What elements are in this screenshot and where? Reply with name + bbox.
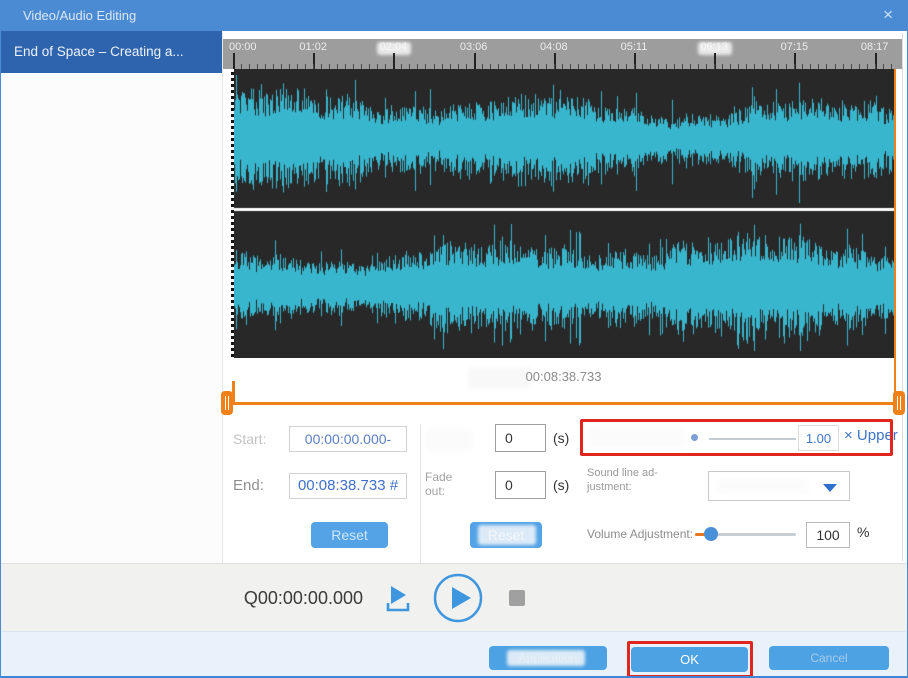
stop-icon[interactable] [509,590,525,606]
video-audio-editing-dialog: Video/Audio Editing × End of Space – Cre… [0,0,908,678]
play-button-icon[interactable] [433,573,483,623]
volume-label: Volume Adjustment: [587,521,693,547]
cancel-button[interactable]: Cancel [769,646,889,670]
start-time-field[interactable]: 00:00:00.000- [289,426,407,452]
obscured-fade-in-label [425,429,473,451]
column-divider [420,424,421,584]
playback-bar: Q00:00:00.000 [1,563,908,631]
volume-value-input[interactable] [806,522,850,548]
speed-slider-track[interactable] [709,438,796,440]
ruler-label: 01:02 [299,41,327,53]
speed-value-input[interactable] [798,425,839,451]
selection-end-line [894,69,896,403]
ruler-label: 07:15 [781,41,809,53]
selection-range-bar[interactable] [233,402,896,405]
footer-bar: Application OK Cancel [1,631,908,677]
ruler-label: 04:08 [540,41,568,53]
fade-out-unit: (s) [553,477,569,493]
play-from-position-icon[interactable] [384,584,412,614]
volume-slider-handle[interactable] [704,527,718,541]
obscured-area [478,525,536,545]
chevron-down-icon [823,484,837,492]
selection-end-handle[interactable] [893,391,905,415]
selection-duration-label: 00:08:38.733 [231,369,896,384]
playhead-marker[interactable] [231,69,234,358]
ruler-tick-major [393,53,395,69]
playback-time-label: Q00:00:00.000 [141,584,363,612]
fade-in-unit: (s) [553,430,569,446]
ruler-label: 03:06 [460,41,488,53]
obscured-dropdown-value [717,479,809,494]
obscured-speed-label [589,427,685,447]
editor-panel: 00:0001:0202:0403:0604:0805:1106:1307:15… [223,31,908,563]
ok-button[interactable]: OK [631,647,748,672]
end-time-field[interactable]: 00:08:38.733 # [289,473,407,499]
panel-edge [902,33,903,561]
title-bar: Video/Audio Editing × [1,1,907,31]
window-title: Video/Audio Editing [23,1,136,31]
waveform-container [231,69,896,358]
ruler-tick-major [474,53,476,69]
speed-suffix-label: × Upper [844,427,898,444]
obscured-area [507,650,585,666]
close-icon[interactable]: × [883,1,893,29]
sidebar: End of Space – Creating a... [1,31,223,563]
end-label: End: [233,473,264,499]
trim-reset-button[interactable]: Reset [311,522,388,548]
ruler-label: 08:17 [861,41,889,53]
speed-slider-dot [691,434,698,441]
selection-start-handle[interactable] [221,391,233,415]
start-label: Start: [233,426,266,452]
fade-out-input[interactable] [495,471,546,499]
fade-in-input[interactable] [495,424,546,452]
sound-line-label: Sound line ad-justment: [587,467,673,495]
fade-out-label: Fade out: [425,471,473,499]
sound-line-dropdown[interactable] [708,471,850,501]
ruler-tick-major [233,53,235,69]
timeline-ruler[interactable]: 00:0001:0202:0403:0604:0805:1106:1307:15… [223,39,902,69]
volume-unit-label: % [857,524,869,540]
ruler-label: 05:11 [621,41,648,53]
waveform-display[interactable] [231,69,896,358]
sidebar-item-track[interactable]: End of Space – Creating a... [1,31,222,73]
ruler-label: 00:00 [229,41,257,53]
